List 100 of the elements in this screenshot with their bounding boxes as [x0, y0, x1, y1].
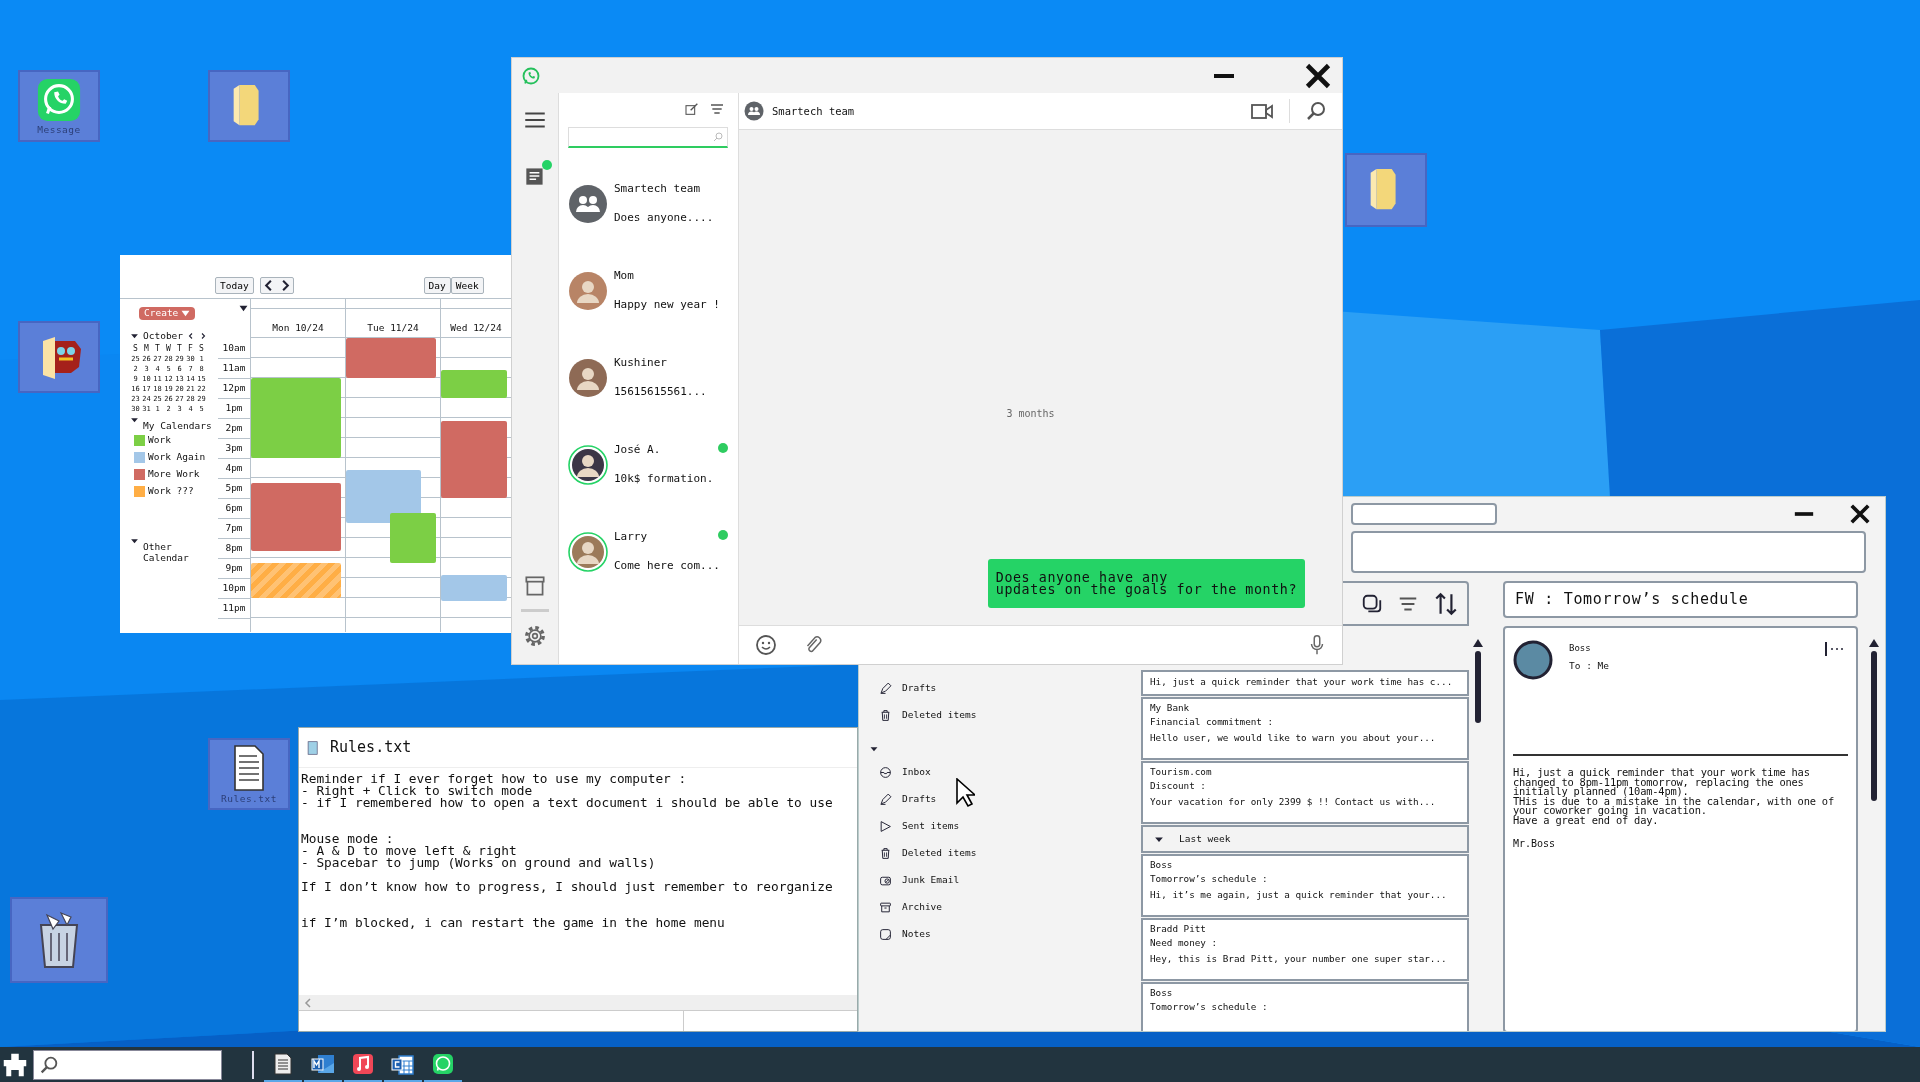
hour-label: 3pm: [218, 439, 250, 459]
notepad-icon: [271, 1051, 295, 1076]
filter-icon[interactable]: [708, 101, 726, 117]
folder-item[interactable]: Sent items: [879, 813, 1141, 840]
scrollbar-thumb[interactable]: [1474, 651, 1481, 723]
message-sender: My Bank: [1150, 703, 1191, 714]
view-button[interactable]: Day: [423, 277, 451, 294]
hour-label: 12pm: [218, 379, 250, 399]
group-label: Other Calendar: [143, 541, 190, 564]
shortcut-label: Message: [37, 124, 81, 136]
message-sender: Tourism.com: [1150, 767, 1213, 778]
message-preview: Hi, just a quick reminder that your work time has c...: [1150, 677, 1454, 688]
message-item[interactable]: Boss Tomorrow’s schedule : Hi, it’s me again, just a quick reminder that your...: [1141, 854, 1469, 917]
trash-icon: [879, 709, 892, 722]
caret-icon[interactable]: [130, 332, 139, 341]
scroll-up-icon[interactable]: [1472, 639, 1483, 647]
junk-icon: [879, 874, 892, 887]
scroll-up-icon[interactable]: [1868, 639, 1879, 647]
message-preview: Hey, this is Brad Pitt, your number one super star...: [1150, 954, 1448, 966]
note-icon: [306, 739, 320, 756]
contact-item[interactable]: Smartech team Does anyone....: [559, 160, 738, 247]
folder-item[interactable]: Deleted items: [879, 840, 1141, 867]
input-field[interactable]: [1351, 531, 1866, 573]
message-item[interactable]: Tourism.com Discount : Your vacation for only 2399 $ !! Contact us with...: [1141, 761, 1469, 824]
next-icon[interactable]: [199, 331, 208, 342]
folder-item[interactable]: Junk Email: [879, 867, 1141, 894]
desktop-shortcut[interactable]: [18, 321, 100, 393]
view-button[interactable]: Week: [450, 277, 484, 294]
email-sender: Boss: [1569, 643, 1592, 654]
send-icon: [879, 820, 892, 833]
message-item[interactable]: Boss Tomorrow’s schedule :: [1141, 982, 1469, 1031]
caret-icon: [181, 309, 191, 317]
desktop-shortcut[interactable]: [1345, 153, 1427, 227]
avatar-icon: [1513, 640, 1553, 680]
caret-icon[interactable]: [130, 536, 139, 545]
search-field[interactable]: [33, 1049, 222, 1080]
group-avatar-icon: [744, 101, 764, 121]
horizontal-scrollbar[interactable]: [299, 995, 857, 1011]
music-icon: [351, 1051, 375, 1076]
hour-label: 8pm: [218, 539, 250, 559]
contact-item[interactable]: Kushiner 15615615561...: [559, 334, 738, 421]
search-icon: [712, 131, 724, 143]
hour-label: 5pm: [218, 479, 250, 499]
caret-icon[interactable]: [869, 745, 879, 753]
today-button[interactable]: Today: [215, 277, 254, 294]
sort-icon[interactable]: [1433, 590, 1459, 617]
message-item[interactable]: My Bank Financial commitment : Hello user, we would like to warn you about your...: [1141, 697, 1469, 760]
close-icon[interactable]: [1849, 503, 1871, 525]
folder-item[interactable]: Drafts: [879, 786, 1141, 813]
contact-item[interactable]: José A. 10k$ formation.: [559, 421, 738, 508]
email-subject: FW : Tomorrow’s schedule: [1503, 581, 1858, 618]
group-header[interactable]: Last week: [1141, 825, 1469, 853]
copy-icon[interactable]: [1361, 592, 1383, 615]
email-signature: Mr.Boss: [1513, 837, 1557, 850]
message-sender: Boss: [1150, 988, 1174, 999]
archive-icon[interactable]: [522, 573, 548, 599]
folder-item[interactable]: Drafts: [879, 675, 1141, 702]
folder-item[interactable]: Archive: [879, 894, 1141, 921]
month-label: October: [143, 330, 184, 342]
scrollbar-thumb[interactable]: [1870, 651, 1877, 801]
message-bubble: Does anyone have any updates on the goals for the month?: [987, 559, 1305, 608]
email-body: Hi, just a quick reminder that your work time has changed to 8pm-11pm tomorrow, replacing the ones initially planned (10am-4pm). THis is due to a mistake in the calendar, with one of your coworker going in vacation. Have a great end of day.: [1513, 754, 1848, 826]
chat-app-icon: [36, 76, 82, 123]
create-button[interactable]: Create: [139, 307, 196, 320]
hour-label: 7pm: [218, 519, 250, 539]
message-sender: Bradd Pitt: [1150, 924, 1207, 935]
calendar-label: Work Again: [148, 451, 206, 463]
folder-item[interactable]: Notes: [879, 921, 1141, 948]
hour-label: 11am: [218, 359, 250, 379]
hour-label: 1pm: [218, 399, 250, 419]
message-item[interactable]: Hi, just a quick reminder that your work time has c...: [1141, 670, 1469, 696]
compose-icon[interactable]: [684, 101, 700, 117]
calendar-label: More Work: [148, 468, 200, 480]
note-icon: [879, 928, 892, 941]
contact-item[interactable]: Mom Happy new year !: [559, 247, 738, 334]
close-icon[interactable]: [1304, 61, 1332, 90]
folder-item[interactable]: Inbox: [879, 759, 1141, 786]
calendar-label: Work: [148, 434, 171, 446]
caret-icon[interactable]: [130, 415, 139, 424]
hour-label: 11pm: [218, 599, 250, 619]
emoji-icon[interactable]: [754, 633, 778, 657]
mouse-cursor-icon: [955, 778, 975, 808]
archive-icon: [879, 901, 892, 914]
message-subject: Discount :: [1150, 780, 1207, 792]
pencil-icon: [879, 682, 892, 695]
folder-item[interactable]: Deleted items: [879, 702, 1141, 729]
hour-label: 9pm: [218, 559, 250, 579]
hour-label: 10pm: [218, 579, 250, 599]
desktop-shortcut[interactable]: [208, 70, 290, 142]
message-subject: Financial commitment :: [1150, 716, 1275, 728]
caret-icon[interactable]: [239, 305, 248, 312]
message-subject: Tomorrow’s schedule :: [1150, 1001, 1269, 1013]
pencil-icon: [879, 793, 892, 806]
desktop-shortcut[interactable]: [10, 897, 108, 983]
contact-item[interactable]: Larry Come here com...: [559, 508, 738, 595]
search-field[interactable]: [1351, 503, 1497, 525]
trash-icon: [879, 847, 892, 860]
message-item[interactable]: Bradd Pitt Need money : Hey, this is Brad Pitt, your number one super star...: [1141, 918, 1469, 981]
window-title: Rules.txt: [330, 738, 412, 757]
message-sender: Boss: [1150, 860, 1174, 871]
